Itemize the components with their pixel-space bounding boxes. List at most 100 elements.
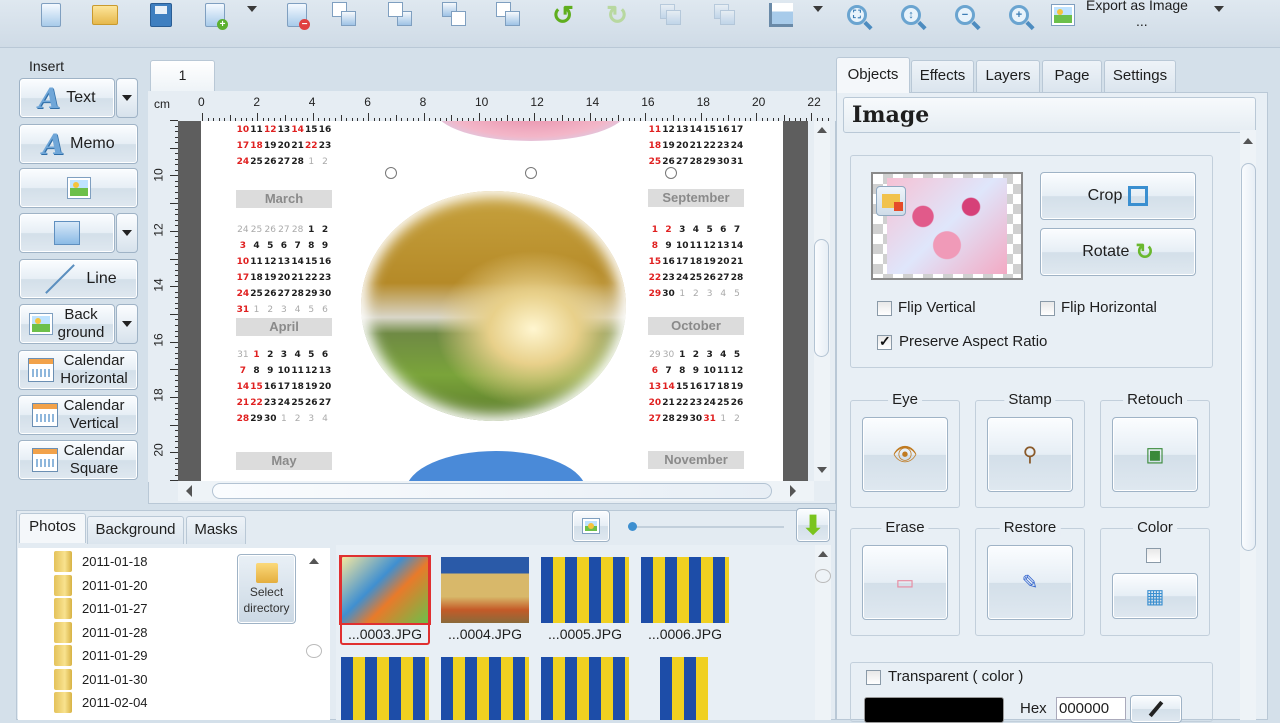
align-icon[interactable] xyxy=(766,0,796,30)
tab-masks[interactable]: Masks xyxy=(186,516,246,544)
color-enable-checkbox[interactable] xyxy=(1146,548,1161,563)
bring-to-front-icon[interactable] xyxy=(330,0,360,30)
page-tab-1[interactable]: 1 xyxy=(150,60,215,92)
hex-input[interactable]: 000000 xyxy=(1056,697,1126,720)
scroll-up-icon[interactable] xyxy=(817,127,827,133)
folder-item[interactable]: 2011-01-28 xyxy=(54,621,148,644)
align-dropdown-icon[interactable] xyxy=(813,6,823,12)
tab-settings[interactable]: Settings xyxy=(1104,60,1176,92)
photo-thumbnail[interactable] xyxy=(441,657,529,720)
export-dropdown-icon[interactable] xyxy=(1214,6,1224,12)
calendar-page[interactable]: 10 11 12 13 14 15 16 17 18 19 20 21 22 23 24 25 26 27 28 1 2… xyxy=(201,121,783,481)
selected-tree-photo[interactable] xyxy=(361,191,626,421)
flip-vertical-checkbox[interactable] xyxy=(877,301,892,316)
scroll-right-icon[interactable] xyxy=(790,485,796,497)
folder-item[interactable]: 2011-01-18 xyxy=(54,550,148,573)
color-swatch[interactable] xyxy=(864,697,1004,723)
preserve-aspect-checkbox[interactable] xyxy=(877,333,892,350)
folder-item[interactable]: 2011-01-29 xyxy=(54,644,148,667)
restore-tool-button[interactable]: ✎ xyxy=(987,545,1073,620)
folder-item[interactable]: 2011-01-30 xyxy=(54,668,148,691)
zoom-in-icon[interactable]: + xyxy=(1004,0,1034,30)
erase-tool-button[interactable]: ▭ xyxy=(862,545,948,620)
retouch-tool-button[interactable]: ▣ xyxy=(1112,417,1198,492)
tab-objects[interactable]: Objects xyxy=(836,57,910,93)
tab-effects[interactable]: Effects xyxy=(911,60,974,92)
stamp-tool-button[interactable]: ⚲ xyxy=(987,417,1073,492)
insert-shape-dropdown[interactable] xyxy=(116,213,138,253)
image-preview[interactable] xyxy=(871,172,1023,280)
download-button[interactable]: ⬇ xyxy=(796,508,830,542)
save-icon[interactable] xyxy=(146,0,176,30)
insert-image-button[interactable] xyxy=(19,168,138,208)
send-backward-icon[interactable] xyxy=(494,0,524,30)
thumbnail-scrollbar[interactable] xyxy=(815,545,831,720)
folder-item[interactable]: 2011-02-04 xyxy=(54,691,148,714)
design-canvas[interactable]: 10 11 12 13 14 15 16 17 18 19 20 21 22 23 24 25 26 27 28 1 2… xyxy=(178,121,808,481)
scroll-thumb[interactable] xyxy=(212,483,772,499)
insert-memo-button[interactable]: A Memo xyxy=(19,124,138,164)
tab-page[interactable]: Page xyxy=(1042,60,1102,92)
canvas-vertical-scrollbar[interactable] xyxy=(814,121,830,481)
send-to-back-icon[interactable] xyxy=(386,0,416,30)
scroll-thumb[interactable] xyxy=(815,569,831,583)
export-as-image-button[interactable]: Export as Image xyxy=(1086,0,1188,13)
scroll-thumb[interactable] xyxy=(814,239,829,357)
scroll-down-icon[interactable] xyxy=(817,467,827,473)
properties-scrollbar[interactable] xyxy=(1240,130,1256,720)
insert-line-button[interactable]: Line xyxy=(19,259,138,299)
insert-shape-button[interactable] xyxy=(19,213,115,253)
folder-item[interactable]: 2011-01-27 xyxy=(54,597,148,620)
flower-photo-clip[interactable] xyxy=(436,121,626,141)
insert-text-button[interactable]: A Text xyxy=(19,78,115,118)
remove-page-icon[interactable]: − xyxy=(282,0,312,30)
scroll-up-icon[interactable] xyxy=(1243,138,1253,144)
change-image-button[interactable] xyxy=(876,186,906,216)
crop-button[interactable]: Crop xyxy=(1040,172,1196,220)
tab-background[interactable]: Background xyxy=(87,516,184,544)
tab-layers[interactable]: Layers xyxy=(976,60,1040,92)
flip-horizontal-checkbox[interactable] xyxy=(1040,301,1055,316)
insert-background-button[interactable]: Back ground xyxy=(19,304,115,344)
color-tool-button[interactable]: ▦ xyxy=(1112,573,1198,619)
photo-thumbnail[interactable] xyxy=(541,657,629,720)
folder-item[interactable]: 2011-01-20 xyxy=(54,574,148,597)
rotate-button[interactable]: Rotate ↻ xyxy=(1040,228,1196,276)
photo-thumbnail[interactable] xyxy=(441,557,529,623)
folder-scrollbar[interactable] xyxy=(306,552,322,720)
calendar-vertical-button[interactable]: Calendar Vertical xyxy=(18,395,138,435)
scroll-thumb[interactable] xyxy=(306,644,322,658)
new-document-icon[interactable] xyxy=(36,0,66,30)
scroll-up-icon[interactable] xyxy=(818,551,828,557)
zoom-actual-icon[interactable]: ↕ xyxy=(896,0,926,30)
selection-handle[interactable] xyxy=(525,167,537,179)
slider-handle[interactable] xyxy=(628,522,637,531)
canvas-horizontal-scrollbar[interactable] xyxy=(178,481,814,501)
eye-tool-button[interactable]: 👁 xyxy=(862,417,948,492)
redo-icon[interactable]: ↻ xyxy=(602,0,632,30)
group-icon[interactable] xyxy=(656,0,686,30)
view-mode-button[interactable] xyxy=(572,510,610,542)
thumbnail-size-slider[interactable] xyxy=(628,520,784,538)
export-image-icon[interactable] xyxy=(1048,0,1078,30)
select-directory-button[interactable]: Select directory xyxy=(237,554,296,624)
photo-thumbnail[interactable] xyxy=(641,557,729,623)
scroll-up-icon[interactable] xyxy=(309,558,319,564)
calendar-horizontal-button[interactable]: Calendar Horizontal xyxy=(18,350,138,390)
sky-photo-clip[interactable] xyxy=(406,451,586,481)
zoom-fit-icon[interactable]: ⛶ xyxy=(842,0,872,30)
eyedropper-button[interactable] xyxy=(1130,695,1182,723)
transparent-checkbox[interactable] xyxy=(866,670,881,685)
add-page-icon[interactable]: + xyxy=(200,0,230,30)
photo-thumbnail[interactable] xyxy=(341,657,429,720)
open-folder-icon[interactable] xyxy=(90,0,120,30)
insert-background-dropdown[interactable] xyxy=(116,304,138,344)
photo-thumbnail[interactable] xyxy=(541,557,629,623)
scroll-thumb[interactable] xyxy=(1241,163,1256,551)
add-page-dropdown-icon[interactable] xyxy=(247,6,257,12)
selection-handle[interactable] xyxy=(385,167,397,179)
insert-text-dropdown[interactable] xyxy=(116,78,138,118)
ungroup-icon[interactable] xyxy=(710,0,740,30)
bring-forward-icon[interactable] xyxy=(440,0,470,30)
calendar-square-button[interactable]: Calendar Square xyxy=(18,440,138,480)
